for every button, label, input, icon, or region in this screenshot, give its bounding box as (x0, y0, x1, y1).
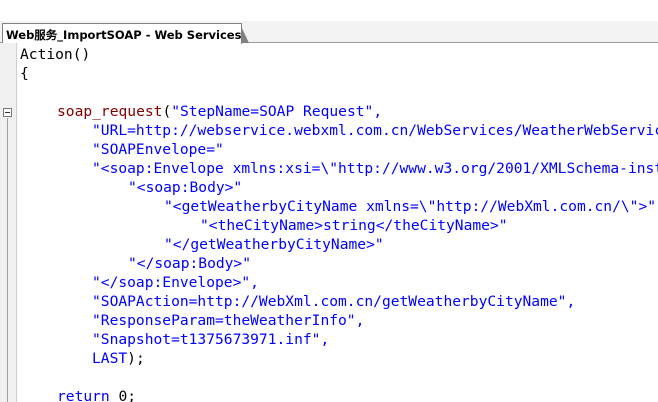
fold-collapse-icon[interactable] (3, 108, 12, 117)
code-string: "</soap:Envelope>", (92, 274, 259, 291)
code-keyword: return (57, 388, 110, 402)
function-name: soap_request (57, 103, 163, 120)
code-line: Action() (20, 45, 90, 64)
code-string: "<soap:Body>" (128, 179, 243, 196)
code-line: "<getWeatherbyCityName xmlns=\"http://We… (164, 197, 656, 216)
code-string: "StepName=SOAP Request", (171, 103, 383, 120)
code-line: "SOAPAction=http://WebXml.com.cn/getWeat… (92, 292, 575, 311)
top-bar (0, 0, 658, 21)
code-string: "URL=http://webservice.webxml.com.cn/Web… (92, 122, 658, 139)
code-editor[interactable]: Action() { soap_request("StepName=SOAP R… (20, 43, 658, 402)
code-line: "</soap:Envelope>", (92, 273, 259, 292)
code-line: "Snapshot=t1375673971.inf", (92, 330, 329, 349)
code-string: "<theCityName>string</theCityName>" (200, 217, 508, 234)
code-string: "</soap:Body>" (128, 255, 252, 272)
tab-notch (241, 26, 249, 43)
code-string: "Snapshot=t1375673971.inf", (92, 331, 330, 348)
code-line: "SOAPEnvelope=" (92, 140, 224, 159)
code-string: "ResponseParam=theWeatherInfo", (92, 312, 365, 329)
code-line: "URL=http://webservice.webxml.com.cn/Web… (92, 121, 658, 140)
code-line: "</getWeatherbyCityName>" (164, 235, 384, 254)
code-line: return 0; (57, 387, 136, 402)
code-line: "</soap:Body>" (128, 254, 251, 273)
code-string: "<soap:Envelope xmlns:xsi=\"http://www.w… (92, 160, 658, 177)
code-line: soap_request("StepName=SOAP Request", (57, 103, 383, 120)
code-line: "<theCityName>string</theCityName>" (200, 216, 508, 235)
code-line: "<soap:Body>" (128, 178, 242, 197)
code-line: { (20, 64, 29, 83)
code-line: LAST); (92, 349, 145, 368)
code-string: "</getWeatherbyCityName>" (164, 236, 384, 253)
tab-strip: Web服务_ImportSOAP - Web Services (0, 21, 658, 44)
code-line: "ResponseParam=theWeatherInfo", (92, 311, 364, 330)
editor-gutter (0, 43, 17, 402)
code-text: { (20, 65, 29, 82)
code-constant: LAST (92, 350, 128, 367)
code-string: "<getWeatherbyCityName xmlns=\"http://We… (164, 198, 657, 215)
code-text: Action() (20, 46, 91, 63)
code-text: ); (127, 350, 145, 367)
code-string: "SOAPEnvelope=" (92, 141, 224, 158)
code-line: "<soap:Envelope xmlns:xsi=\"http://www.w… (92, 159, 658, 178)
code-text: 0; (118, 388, 137, 402)
fold-line (7, 118, 8, 402)
tab-web-services[interactable]: Web服务_ImportSOAP - Web Services (2, 23, 242, 44)
code-string: "SOAPAction=http://WebXml.com.cn/getWeat… (92, 293, 576, 310)
